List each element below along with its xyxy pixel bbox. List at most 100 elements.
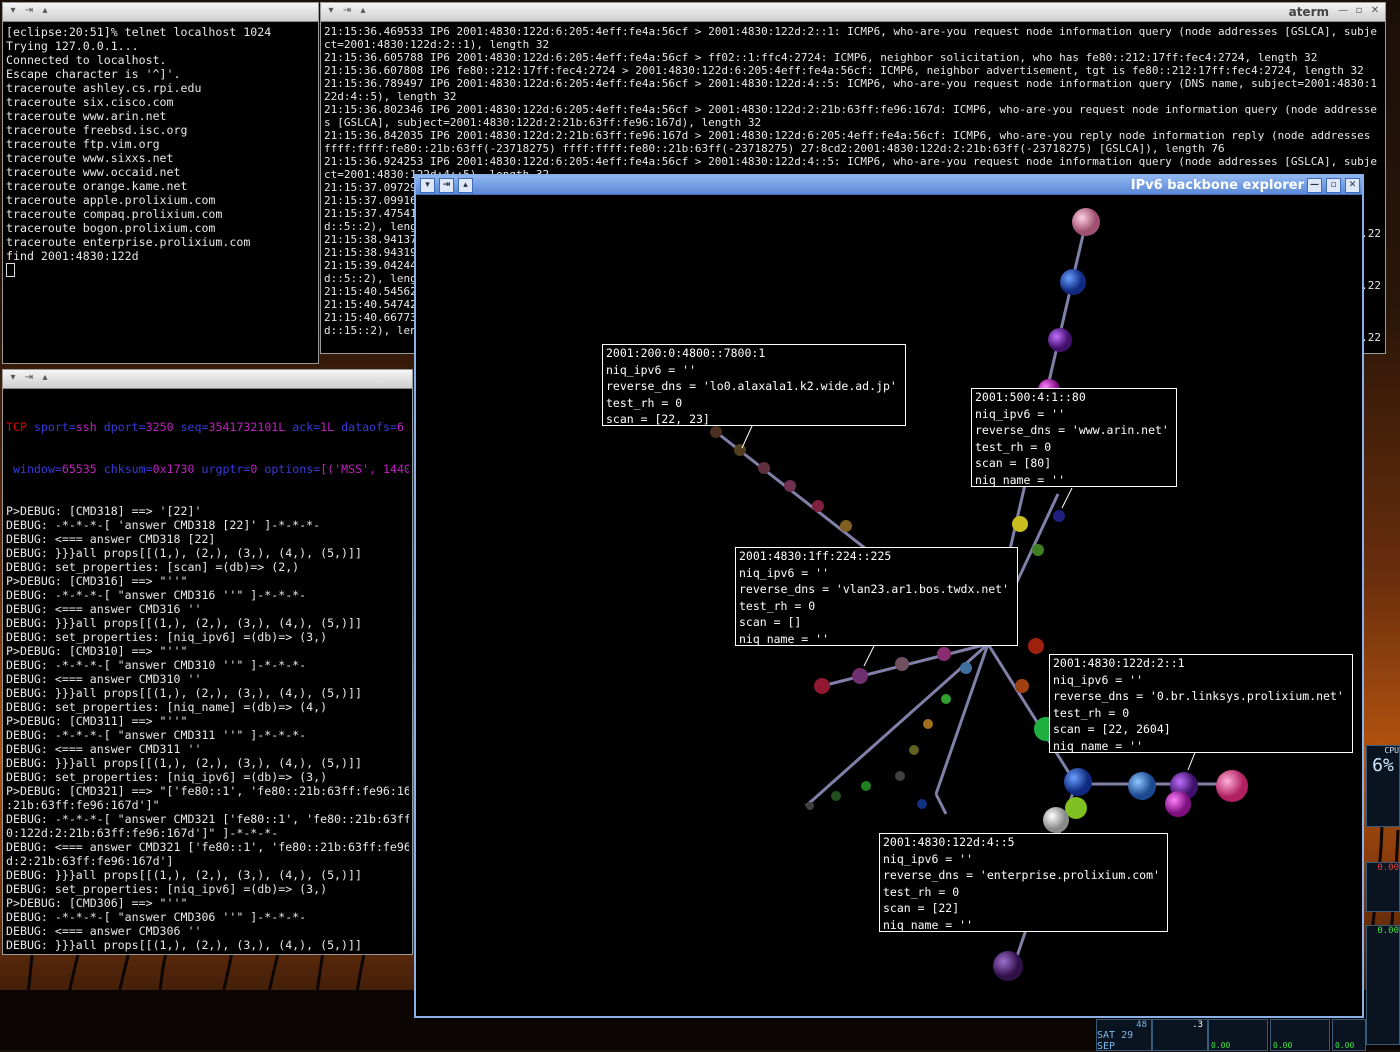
graph-node[interactable] <box>1028 638 1044 654</box>
terminal-line: traceroute compaq.prolixium.com <box>6 207 223 221</box>
debug-output[interactable]: TCP sport=ssh dport=3250 seq=3541732101L… <box>6 392 409 954</box>
tray-num: 48 <box>1136 1020 1147 1030</box>
clock-widget: 48 SAT 29 SEP <box>1096 1019 1152 1052</box>
node-property: niq_ipv6 = '' <box>739 565 830 580</box>
graph-node[interactable] <box>806 802 814 810</box>
terminal-line: DEBUG: -*-*-*-[ "answer CMD306 ''" ]-*-*… <box>6 910 307 924</box>
maximize-icon[interactable]: ▫ <box>1326 178 1341 193</box>
graph-node[interactable] <box>1012 516 1028 532</box>
ipv6-explorer-window[interactable]: ▾ ⇥ ▴ IPv6 backbone explorer — ▫ ✕ 2001:… <box>414 174 1364 1018</box>
telnet-titlebar[interactable]: ▾ ⇥ ▴ <box>3 3 318 22</box>
debug-terminal-window[interactable]: ▾ ⇥ ▴ TCP sport=ssh dport=3250 seq=35417… <box>2 369 413 955</box>
window-raise-icon[interactable]: ▴ <box>357 5 369 17</box>
node-property: test_rh = 0 <box>1053 705 1130 720</box>
node-info-box[interactable]: 2001:4830:122d:2::1 niq_ipv6 = '' reverse_… <box>1049 654 1353 753</box>
terminal-line: DEBUG: set_properties: [scan] =(db)=> (2… <box>6 560 300 574</box>
terminal-line: 21:15:36.605788 IP6 2001:4830:122d:6:205… <box>324 51 1318 64</box>
graph-node[interactable] <box>814 678 830 694</box>
node-property: reverse_dns = 'www.arin.net' <box>975 423 1169 437</box>
graph-node[interactable] <box>831 791 841 801</box>
window-shade-icon[interactable]: ⇥ <box>341 5 353 17</box>
graph-node[interactable] <box>1065 797 1087 819</box>
graph-node[interactable] <box>758 462 770 474</box>
maximize-icon[interactable]: ▫ <box>1353 5 1365 17</box>
node-info-box[interactable]: 2001:500:4:1::80 niq_ipv6 = '' reverse_dns… <box>971 388 1177 487</box>
graph-node[interactable] <box>1128 772 1156 800</box>
graph-node[interactable] <box>1060 269 1086 295</box>
graph-node[interactable] <box>812 500 824 512</box>
graph-node[interactable] <box>941 694 951 704</box>
window-raise-icon[interactable]: ▴ <box>458 178 473 193</box>
node-info-box[interactable]: 2001:4830:1ff:224::225 niq_ipv6 = '' rever… <box>735 547 1018 646</box>
window-raise-icon[interactable]: ▴ <box>39 5 51 17</box>
minimize-icon[interactable]: — <box>1337 5 1349 17</box>
graph-node[interactable] <box>784 480 796 492</box>
graph-node[interactable] <box>923 719 933 729</box>
terminal-line: :21b:63ff:fe96:167d']" <box>6 798 160 812</box>
graph-node[interactable] <box>917 799 927 809</box>
terminal-line: find 2001:4830:122d <box>6 249 139 263</box>
node-info-box[interactable]: 2001:4830:122d:4::5 niq_ipv6 = '' reverse_… <box>879 833 1168 932</box>
graph-node[interactable] <box>1048 328 1072 352</box>
node-property: test_rh = 0 <box>739 598 816 613</box>
window-menu-icon[interactable]: ▾ <box>420 178 435 193</box>
terminal-line: Connected to localhost. <box>6 53 167 67</box>
window-menu-icon[interactable]: ▾ <box>325 5 337 17</box>
terminal-line: DEBUG: <=== answer CMD310 '' <box>6 672 202 686</box>
node-property: scan = [22, 2604] <box>1053 722 1171 736</box>
node-address: 2001:500:4:1::80 <box>975 390 1086 404</box>
terminal-line: traceroute six.cisco.com <box>6 95 174 109</box>
debug-titlebar[interactable]: ▾ ⇥ ▴ <box>3 370 412 389</box>
window-shade-icon[interactable]: ⇥ <box>23 5 35 17</box>
graph-node[interactable] <box>840 520 852 532</box>
window-shade-icon[interactable]: ⇥ <box>23 372 35 384</box>
graph-node[interactable] <box>895 657 909 671</box>
explorer-title: IPv6 backbone explorer <box>1130 178 1304 193</box>
terminal-line: DEBUG: }}}all props[[(1,), (2,), (3,), (… <box>6 686 362 700</box>
node-property: test_rh = 0 <box>975 439 1052 454</box>
graph-node[interactable] <box>1032 544 1044 556</box>
graph-widget-3: 0.00 <box>1332 1019 1366 1051</box>
graph-node[interactable] <box>861 781 871 791</box>
graph-node[interactable] <box>734 444 746 456</box>
graph-node[interactable] <box>1072 208 1100 236</box>
window-raise-icon[interactable]: ▴ <box>39 372 51 384</box>
window-menu-icon[interactable]: ▾ <box>7 5 19 17</box>
window-menu-icon[interactable]: ▾ <box>7 372 19 384</box>
graph-node[interactable] <box>852 668 868 684</box>
close-icon[interactable]: ✕ <box>1369 5 1381 17</box>
window-shade-icon[interactable]: ⇥ <box>439 178 454 193</box>
terminal-line: d:2:21b:63ff:fe96:167d'] <box>6 854 174 868</box>
tray-graph-value: 0.00 <box>1211 1041 1231 1050</box>
terminal-line: DEBUG: }}}all props[[(1,), (2,), (3,), (… <box>6 938 362 952</box>
graph-node[interactable] <box>710 426 722 438</box>
graph-node[interactable] <box>960 662 972 674</box>
graph-node[interactable] <box>1043 807 1069 833</box>
close-icon[interactable]: ✕ <box>1345 178 1360 193</box>
graph-node[interactable] <box>909 745 919 755</box>
graph-node[interactable] <box>1053 510 1065 522</box>
graph-node[interactable] <box>895 771 905 781</box>
graph-widget: 0.00 <box>1208 1019 1268 1051</box>
telnet-output[interactable]: [eclipse:20:51]% telnet localhost 1024 Tr… <box>6 25 315 278</box>
node-property: niq_ipv6 = '' <box>883 851 974 866</box>
terminal-line: DEBUG: <=== answer CMD321 ['fe80::1', 'f… <box>6 840 409 854</box>
terminal-line: DEBUG: <=== answer CMD316 '' <box>6 602 202 616</box>
node-property: niq_name = '' <box>883 917 974 932</box>
graph-node[interactable] <box>1064 768 1092 796</box>
tray-load: .3 <box>1192 1020 1203 1030</box>
node-property: scan = [22] <box>883 901 960 915</box>
graph-node[interactable] <box>993 951 1023 981</box>
graph-node[interactable] <box>937 647 951 661</box>
explorer-titlebar[interactable]: ▾ ⇥ ▴ IPv6 backbone explorer — ▫ ✕ <box>416 176 1362 195</box>
minimize-icon[interactable]: — <box>1307 178 1322 193</box>
terminal-line: DEBUG: <=== answer CMD306 '' <box>6 924 202 938</box>
terminal-line: 0:122d:2:21b:63ff:fe96:167d']" ]-*-*-*- <box>6 826 279 840</box>
node-info-box[interactable]: 2001:200:0:4800::7800:1 niq_ipv6 = '' reve… <box>602 344 906 426</box>
telnet-terminal-window[interactable]: ▾ ⇥ ▴ [eclipse:20:51]% telnet localhost … <box>2 2 319 364</box>
aterm-titlebar[interactable]: ▾ ⇥ ▴ aterm — ▫ ✕ <box>321 3 1385 22</box>
node-address: 2001:200:0:4800::7800:1 <box>606 346 766 360</box>
graph-node[interactable] <box>1165 791 1191 817</box>
graph-node[interactable] <box>1216 770 1248 802</box>
graph-node[interactable] <box>1015 679 1029 693</box>
